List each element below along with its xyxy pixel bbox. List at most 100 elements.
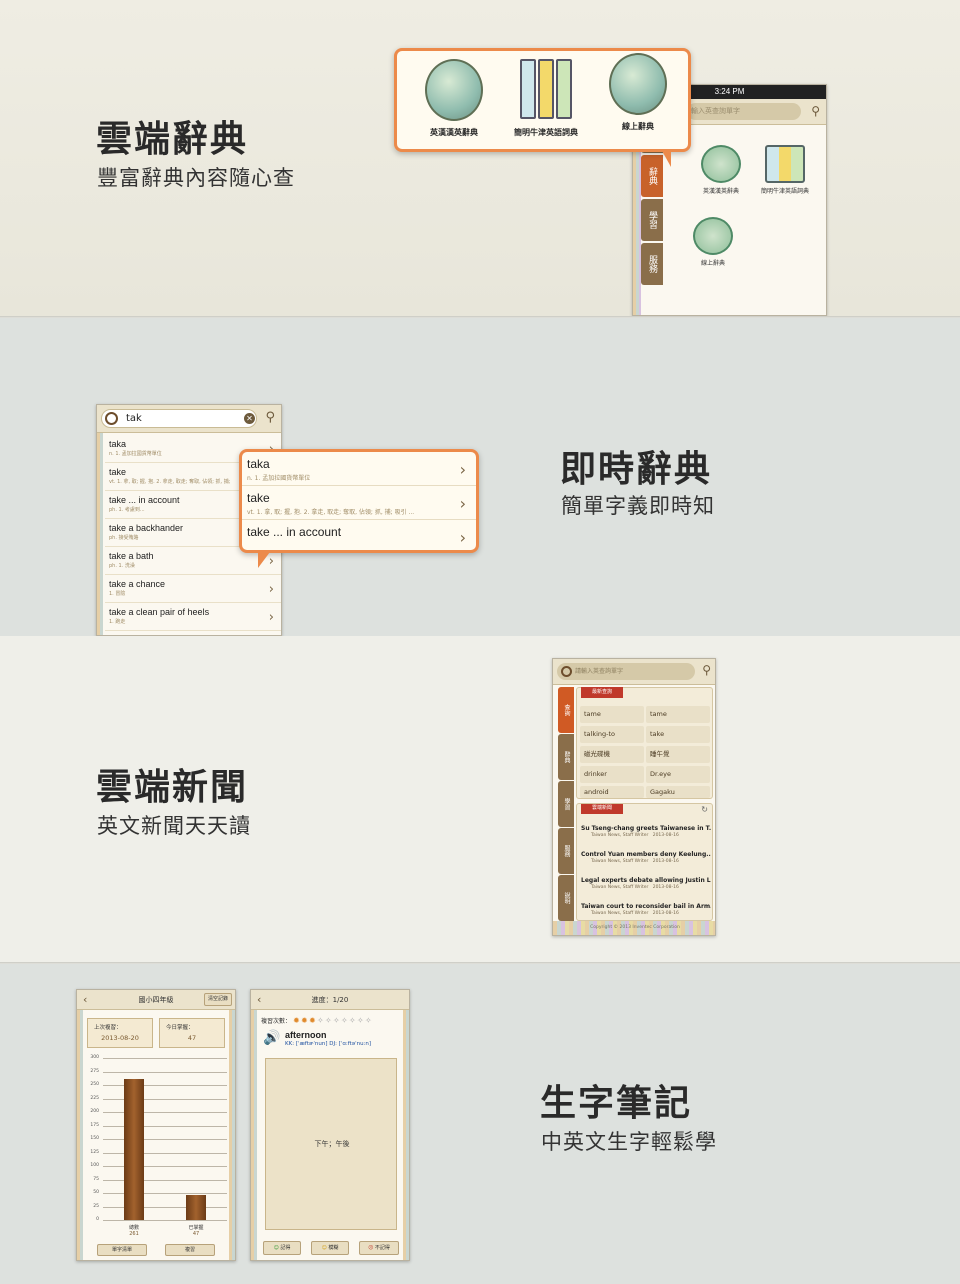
chevron-right-icon: › [459, 460, 466, 479]
star-icon: ✧ [356, 1016, 364, 1025]
news-item[interactable]: Su Tseng-chang greets Taiwanese in T... T… [581, 825, 711, 838]
search-input[interactable]: 輸入英查詢單字 [687, 103, 801, 120]
dictionary-label: 簡明牛津英語詞典 [760, 188, 809, 195]
popup-list-item[interactable]: take vt. 1. 拿, 取; 握, 抱. 2. 拿走, 取走; 奪取, 佔領… [242, 486, 476, 520]
vague-button[interactable]: ☺ 模糊 [311, 1241, 349, 1255]
header: ‹ 進度：1/20 [251, 990, 409, 1010]
popup-list-item[interactable]: take ... in account › [242, 520, 476, 554]
list-item[interactable]: take a chance 1. 冒險 › [105, 575, 281, 603]
recent-chip[interactable]: take [646, 726, 710, 743]
definition: n. 1. 孟加拉國貨幣單位 [247, 475, 311, 482]
section-subtitle: 豐富辭典內容隨心查 [97, 166, 295, 190]
section-cloud-news: 雲端新聞 英文新聞天天讀 [0, 636, 960, 964]
dictionary-item-ec[interactable]: 英漢漢英辭典 [693, 145, 749, 195]
news-date: 2013-08-16 [652, 885, 679, 890]
news-date: 2013-08-16 [652, 911, 679, 916]
recent-chip[interactable]: drinker [580, 766, 644, 783]
list-item[interactable]: take a clean pair of heels 1. 跑走 › [105, 603, 281, 631]
star-icon: ✧ [340, 1016, 348, 1025]
search-input[interactable]: 請輸入英查詢單字 [557, 663, 695, 680]
dictionary-item-oxford[interactable]: 簡明牛津英語詞典 [749, 145, 821, 195]
y-tick-label: 25 [93, 1203, 99, 1209]
news-headline: Control Yuan members deny Keelung... [581, 851, 711, 858]
dictionary-item-online[interactable]: 線上辭典 [685, 217, 741, 267]
y-tick-label: 75 [93, 1176, 99, 1182]
globe-magnifier-icon [701, 145, 741, 183]
section-subtitle: 簡單字義即時知 [561, 494, 715, 518]
star-icon: ✹ [308, 1016, 316, 1025]
section-title: 生字筆記 [540, 1083, 693, 1124]
category-label: 總數 [128, 1225, 139, 1231]
section-subtitle: 英文新聞天天讀 [97, 814, 251, 838]
news-item[interactable]: Control Yuan members deny Keelung... Taiw… [581, 851, 711, 864]
popup-item-label: 簡明牛津英語詞典 [514, 128, 578, 137]
definition: ph. 1. 洗澡 [109, 563, 135, 569]
forget-button[interactable]: ☹ 不記得 [359, 1241, 399, 1255]
word-list-button[interactable]: 單字清單 [97, 1244, 147, 1256]
button-label: 模糊 [328, 1245, 339, 1251]
tab-learning[interactable]: 學習 [641, 199, 663, 241]
tab-query[interactable]: 查詢 [558, 687, 574, 733]
tab-dictionary[interactable]: 辭典 [558, 734, 574, 780]
tab-service[interactable]: 服務 [641, 243, 663, 285]
gridline [103, 1139, 227, 1140]
news-panel: 雲端新聞 ↻ Su Tseng-chang greets Taiwanese i… [576, 803, 713, 921]
tab-dictionary[interactable]: 辭典 [641, 155, 663, 197]
popup-item-label: 英漢漢英辭典 [430, 128, 478, 137]
copyright-footer: Copyright © 2013 Inventec Corporation [553, 921, 715, 935]
section-title: 即時辭典 [560, 449, 713, 490]
word: taka [109, 439, 127, 449]
recent-chip[interactable]: Dr.eye [646, 766, 710, 783]
popup-item-online[interactable]: 線上辭典 [593, 53, 683, 132]
definition: 1. 跑走 [109, 619, 126, 625]
news-item[interactable]: Taiwan court to reconsider bail in Arm..… [581, 903, 711, 916]
search-icon[interactable]: ⚲ [265, 410, 275, 425]
popup-list-item[interactable]: taka n. 1. 孟加拉國貨幣單位 › [242, 452, 476, 486]
news-date: 2013-08-16 [652, 833, 679, 838]
neutral-face-icon: ☺ [321, 1245, 327, 1251]
recent-chip[interactable]: 睡午覺 [646, 746, 710, 763]
recent-chip[interactable]: android [580, 786, 644, 798]
recent-chip[interactable]: tame [646, 706, 710, 723]
dictionary-popup: 英漢漢英辭典 簡明牛津英語詞典 線上辭典 [394, 48, 691, 167]
news-headline: Taiwan court to reconsider bail in Arm..… [581, 903, 711, 910]
recent-chip[interactable]: talking-to [580, 726, 644, 743]
news-item[interactable]: Legal experts debate allowing Justin L..… [581, 877, 711, 890]
definition: 1. 冒險 [109, 591, 126, 597]
progress-title: 進度：1/20 [311, 996, 349, 1004]
bar [124, 1079, 144, 1220]
recent-chip[interactable]: tame [580, 706, 644, 723]
side-tabs: 頁 辭典 學習 服務 [641, 125, 663, 315]
remember-button[interactable]: ☺ 記得 [263, 1241, 301, 1255]
refresh-icon[interactable]: ↻ [701, 805, 708, 814]
clear-icon[interactable]: ✕ [244, 413, 255, 424]
star-icon: ✹ [292, 1016, 300, 1025]
gridline [103, 1085, 227, 1086]
tab-service[interactable]: 服務 [558, 828, 574, 874]
back-icon[interactable]: ‹ [257, 990, 261, 1010]
app-logo-icon [561, 666, 572, 677]
popup-item-ec-dictionary[interactable]: 英漢漢英辭典 [409, 59, 499, 138]
tab-learning[interactable]: 學習 [558, 781, 574, 827]
news-source: Taiwan News, Staff Writer [591, 859, 649, 864]
recent-chip[interactable]: 磁光碟機 [580, 746, 644, 763]
meaning-card[interactable]: 下午；午後 [265, 1058, 397, 1230]
word: take a clean pair of heels [109, 607, 210, 617]
news-headline: Su Tseng-chang greets Taiwanese in T... [581, 825, 711, 832]
popup-item-oxford[interactable]: 簡明牛津英語詞典 [501, 59, 591, 138]
star-icon: ✧ [332, 1016, 340, 1025]
app-logo-icon [105, 412, 118, 425]
search-icon[interactable]: ⚲ [811, 104, 820, 118]
word: take ... in account [247, 525, 342, 539]
popup-tail [258, 552, 270, 568]
review-button[interactable]: 複習 [165, 1244, 215, 1256]
recent-chip[interactable]: Gagaku [646, 786, 710, 798]
word: take [247, 491, 270, 505]
y-tick-label: 250 [90, 1082, 99, 1087]
section-title: 雲端辭典 [96, 119, 249, 160]
search-input[interactable]: tak [101, 409, 257, 428]
speaker-icon[interactable]: 🔊 [263, 1030, 280, 1046]
tab-help[interactable]: 說明 [558, 875, 574, 921]
search-icon[interactable]: ⚲ [702, 663, 711, 677]
y-tick-label: 50 [93, 1190, 99, 1195]
